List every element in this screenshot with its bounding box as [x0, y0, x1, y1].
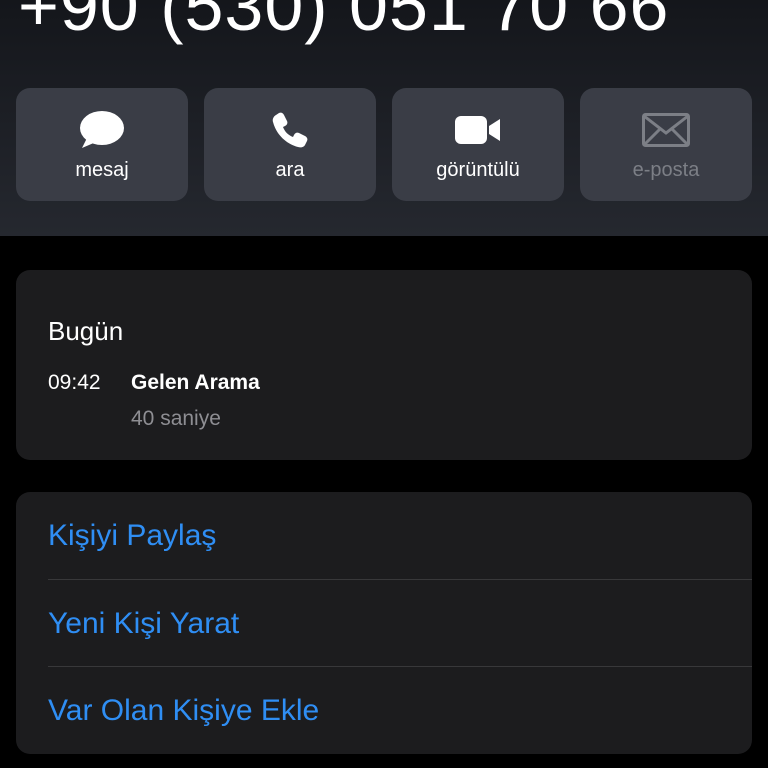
message-button[interactable]: mesaj	[16, 88, 188, 201]
share-contact-button[interactable]: Kişiyi Paylaş	[48, 492, 752, 579]
contact-options-card: Kişiyi Paylaş Yeni Kişi Yarat Var Olan K…	[16, 492, 752, 754]
create-new-contact-button[interactable]: Yeni Kişi Yarat	[48, 579, 752, 667]
video-call-button-label: görüntülü	[436, 159, 520, 181]
call-button-label: ara	[275, 159, 305, 181]
envelope-icon	[642, 110, 690, 150]
phone-icon	[266, 110, 314, 150]
phone-number: +90 (530) 051 70 66	[18, 0, 670, 45]
call-duration: 40 saniye	[131, 407, 221, 430]
video-call-button[interactable]: görüntülü	[392, 88, 564, 201]
contact-header: +90 (530) 051 70 66 mesaj ara görüntülü …	[0, 0, 768, 236]
call-time: 09:42	[48, 371, 101, 394]
contact-detail-screen: +90 (530) 051 70 66 mesaj ara görüntülü …	[0, 0, 768, 768]
message-bubble-icon	[78, 110, 126, 150]
action-button-row: mesaj ara görüntülü e-posta	[16, 88, 752, 201]
call-type: Gelen Arama	[131, 371, 260, 394]
email-button-label: e-posta	[632, 159, 700, 181]
call-button[interactable]: ara	[204, 88, 376, 201]
call-history-card: Bugün 09:42 Gelen Arama 40 saniye	[16, 270, 752, 460]
call-history-day: Bugün	[48, 316, 124, 346]
add-to-existing-contact-button[interactable]: Var Olan Kişiye Ekle	[48, 666, 752, 754]
message-button-label: mesaj	[75, 159, 129, 181]
video-camera-icon	[454, 110, 502, 150]
email-button[interactable]: e-posta	[580, 88, 752, 201]
